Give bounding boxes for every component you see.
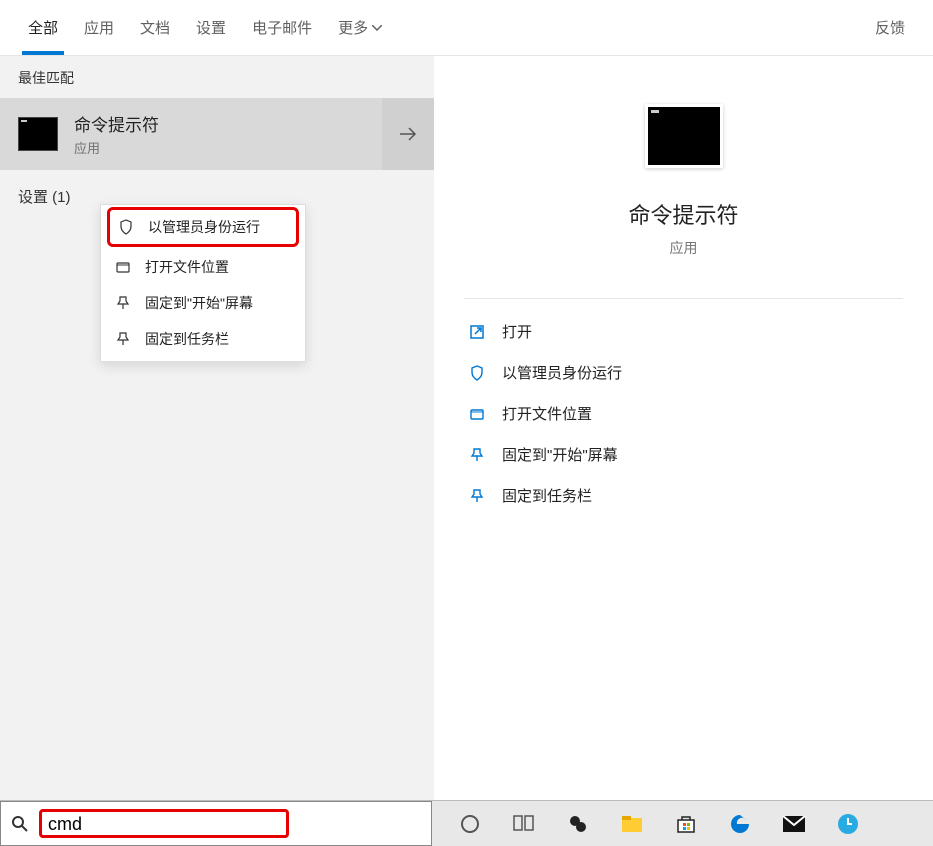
file-explorer-icon[interactable]	[620, 812, 644, 836]
pin-icon	[115, 295, 131, 311]
action-label: 打开	[502, 321, 532, 342]
ctx-label: 以管理员身份运行	[148, 217, 260, 237]
tab-apps[interactable]: 应用	[84, 0, 114, 55]
result-title: 命令提示符	[74, 111, 159, 136]
shield-icon	[118, 219, 134, 235]
ctx-label: 固定到任务栏	[145, 329, 229, 349]
tab-email[interactable]: 电子邮件	[252, 0, 312, 55]
divider	[464, 298, 903, 299]
expand-result-button[interactable]	[382, 98, 434, 170]
search-input[interactable]	[48, 814, 280, 835]
action-label: 固定到"开始"屏幕	[502, 444, 618, 465]
preview-subtitle: 应用	[670, 238, 698, 258]
edge-icon[interactable]	[728, 812, 752, 836]
folder-icon	[468, 405, 486, 423]
preview-app-icon	[645, 104, 723, 168]
ctx-open-location[interactable]: 打开文件位置	[101, 249, 305, 285]
best-match-result[interactable]: 命令提示符 应用	[0, 98, 434, 170]
app-icon[interactable]	[566, 812, 590, 836]
ctx-run-as-admin[interactable]: 以管理员身份运行	[107, 207, 299, 247]
action-label: 以管理员身份运行	[502, 362, 622, 383]
arrow-right-icon	[399, 127, 417, 141]
search-box-container	[0, 801, 432, 846]
ctx-label: 固定到"开始"屏幕	[145, 293, 253, 313]
cmd-app-icon	[18, 117, 58, 151]
context-menu: 以管理员身份运行 打开文件位置 固定到"开始"屏幕 固定到任务栏	[100, 204, 306, 362]
action-run-as-admin[interactable]: 以管理员身份运行	[464, 352, 903, 393]
ctx-pin-taskbar[interactable]: 固定到任务栏	[101, 321, 305, 357]
tab-more-label: 更多	[338, 17, 368, 38]
preview-title: 命令提示符	[628, 198, 738, 230]
pin-icon	[115, 331, 131, 347]
folder-icon	[115, 259, 131, 275]
action-open[interactable]: 打开	[464, 311, 903, 352]
open-icon	[468, 323, 486, 341]
action-pin-taskbar[interactable]: 固定到任务栏	[464, 475, 903, 516]
results-panel: 最佳匹配 命令提示符 应用 设置 (1) 以管理员身份运行	[0, 56, 434, 800]
task-view-icon[interactable]	[512, 812, 536, 836]
action-pin-start[interactable]: 固定到"开始"屏幕	[464, 434, 903, 475]
tab-documents[interactable]: 文档	[140, 0, 170, 55]
shield-icon	[468, 364, 486, 382]
action-label: 固定到任务栏	[502, 485, 592, 506]
feedback-link[interactable]: 反馈	[875, 17, 905, 38]
pin-icon	[468, 446, 486, 464]
pin-icon	[468, 487, 486, 505]
clock-icon[interactable]	[836, 812, 860, 836]
taskbar	[432, 801, 933, 846]
action-label: 打开文件位置	[502, 403, 592, 424]
header-tabs-bar: 全部 应用 文档 设置 电子邮件 更多 反馈	[0, 0, 933, 56]
best-match-label: 最佳匹配	[0, 56, 434, 98]
tab-all[interactable]: 全部	[28, 0, 58, 55]
tab-more[interactable]: 更多	[338, 0, 382, 55]
store-icon[interactable]	[674, 812, 698, 836]
ctx-pin-start[interactable]: 固定到"开始"屏幕	[101, 285, 305, 321]
action-open-location[interactable]: 打开文件位置	[464, 393, 903, 434]
search-icon	[1, 815, 39, 833]
cortana-icon[interactable]	[458, 812, 482, 836]
chevron-down-icon	[372, 25, 382, 31]
tab-settings[interactable]: 设置	[196, 0, 226, 55]
ctx-label: 打开文件位置	[145, 257, 229, 277]
mail-icon[interactable]	[782, 812, 806, 836]
preview-panel: 命令提示符 应用 打开 以管理员身份运行 打开文件位置	[434, 56, 933, 800]
result-subtitle: 应用	[74, 138, 159, 157]
